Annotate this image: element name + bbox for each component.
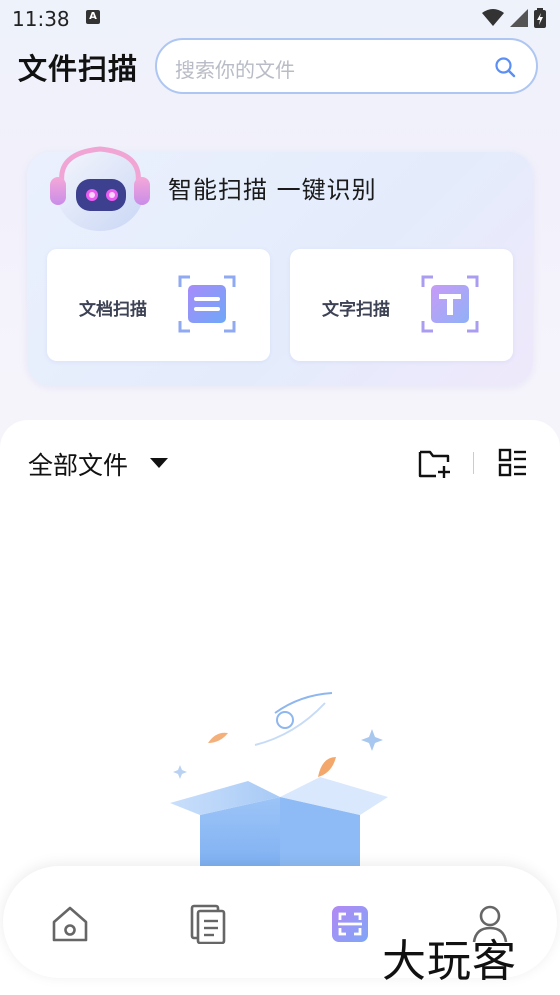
text-scan-icon xyxy=(421,275,479,333)
app-title: 文件扫描 xyxy=(18,52,139,86)
nav-home[interactable] xyxy=(48,902,92,946)
list-view-icon[interactable] xyxy=(498,448,528,478)
toolbar-divider xyxy=(473,452,474,474)
status-bar: 11:38 A xyxy=(0,0,560,36)
scan-slogan: 智能扫描 一键识别 xyxy=(168,176,377,204)
document-scan-label: 文档扫描 xyxy=(79,300,147,320)
nav-scan[interactable] xyxy=(328,902,372,946)
scan-icon[interactable] xyxy=(330,904,370,944)
status-icons xyxy=(482,8,546,28)
document-scan-button[interactable]: 文档扫描 xyxy=(47,249,270,361)
new-folder-icon[interactable] xyxy=(418,448,452,480)
robot-mascot-icon xyxy=(50,146,150,231)
empty-box-illustration-icon xyxy=(170,692,388,870)
notification-icon: A xyxy=(86,10,100,24)
caret-down-icon[interactable] xyxy=(150,458,168,468)
status-time: 11:38 xyxy=(12,7,70,31)
search-placeholder[interactable]: 搜索你的文件 xyxy=(175,54,295,83)
search-icon[interactable] xyxy=(494,56,516,78)
watermark: 大玩客 xyxy=(382,936,517,987)
text-scan-button[interactable]: 文字扫描 xyxy=(290,249,513,361)
files-icon[interactable] xyxy=(188,904,228,944)
home-icon[interactable] xyxy=(50,904,90,944)
wifi-icon xyxy=(482,9,504,26)
file-filter-label[interactable]: 全部文件 xyxy=(28,446,128,482)
search-bar[interactable]: 搜索你的文件 xyxy=(155,38,538,94)
document-scan-icon xyxy=(178,275,236,333)
battery-icon xyxy=(534,8,546,28)
nav-files[interactable] xyxy=(186,902,230,946)
signal-icon xyxy=(510,9,528,27)
text-scan-label: 文字扫描 xyxy=(322,300,390,320)
